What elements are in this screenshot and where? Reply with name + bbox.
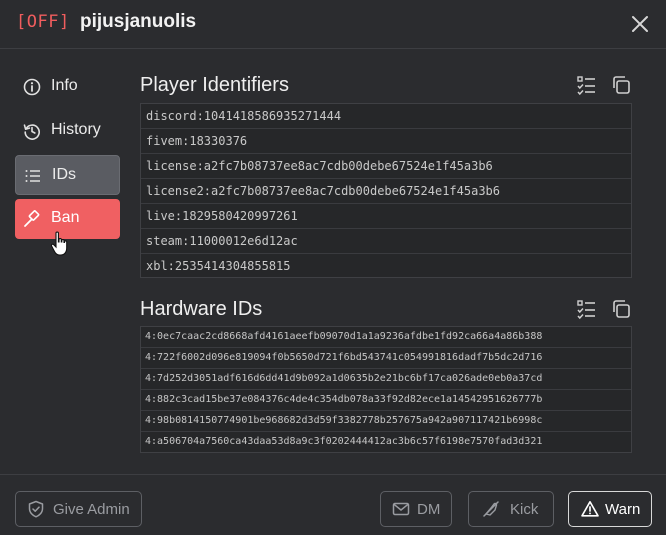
mail-icon [392, 502, 410, 516]
gavel-icon [24, 210, 40, 227]
modal-header: [OFF] pijusjanuolis [0, 0, 666, 49]
identifiers-title: Player Identifiers [140, 74, 289, 96]
identifier-row[interactable]: live:1829580420997261 [141, 204, 631, 229]
nav-ids-label: IDs [52, 166, 76, 183]
kick-button[interactable]: Kick [468, 491, 554, 527]
list-icon [25, 170, 40, 182]
identifier-row[interactable]: xbl:2535414304855815 [141, 254, 631, 279]
player-modal: [OFF] pijusjanuolis Info History IDs Ban… [0, 0, 666, 534]
player-name: pijusjanuolis [80, 11, 197, 32]
kick-icon [483, 501, 499, 517]
nav-ban-label: Ban [51, 209, 80, 226]
dm-button[interactable]: DM [380, 491, 452, 527]
history-icon [23, 124, 40, 140]
hardware-row[interactable]: 4:0ec7caac2cd8668afd4161aeefb09070d1a1a9… [141, 327, 631, 348]
nav-history[interactable]: History [15, 111, 120, 151]
hardware-actions [576, 298, 636, 322]
nav-info[interactable]: Info [15, 67, 120, 107]
hardware-row[interactable]: 4:7d252d3051adf616d6dd41d9b092a1d0635b2e… [141, 369, 631, 390]
close-icon[interactable] [628, 12, 652, 36]
dm-label: DM [417, 501, 441, 518]
kick-label: Kick [510, 501, 539, 518]
identifier-row[interactable]: discord:1041418586935271444 [141, 104, 631, 129]
nav-history-label: History [51, 121, 101, 138]
hardware-row[interactable]: 4:882c3cad15be37e084376c4de4c354db078a33… [141, 390, 631, 411]
warning-icon [581, 501, 599, 517]
hardware-row[interactable]: 4:a506704a7560ca43daa53d8a9c3f0202444412… [141, 432, 631, 453]
modal-footer: Give Admin DM Kick Warn [0, 474, 666, 535]
hardware-list: 4:0ec7caac2cd8668afd4161aeefb09070d1a1a9… [140, 326, 632, 453]
warn-label: Warn [605, 501, 641, 518]
copy-icon[interactable] [610, 74, 632, 96]
hardware-row[interactable]: 4:722f6002d096e819094f0b5650d721f6bd5437… [141, 348, 631, 369]
identifier-row[interactable]: license2:a2fc7b08737ee8ac7cdb00debe67524… [141, 179, 631, 204]
give-admin-label: Give Admin [53, 501, 130, 518]
hardware-title: Hardware IDs [140, 298, 263, 320]
nav-ids[interactable]: IDs [15, 155, 120, 195]
hardware-row[interactable]: 4:98b0814150774901be968682d3d59f3382778b… [141, 411, 631, 432]
give-admin-button[interactable]: Give Admin [15, 491, 142, 527]
identifiers-actions [576, 74, 636, 98]
warn-button[interactable]: Warn [568, 491, 652, 527]
info-icon [23, 78, 41, 96]
identifier-row[interactable]: fivem:18330376 [141, 129, 631, 154]
checklist-icon[interactable] [576, 74, 598, 96]
shield-check-icon [28, 500, 44, 518]
checklist-icon[interactable] [576, 298, 598, 320]
copy-icon[interactable] [610, 298, 632, 320]
hand-cursor-icon [50, 231, 68, 256]
player-status-badge: [OFF] [16, 12, 70, 32]
identifier-row[interactable]: steam:11000012e6d12ac [141, 229, 631, 254]
identifiers-list: discord:1041418586935271444 fivem:183303… [140, 103, 632, 278]
identifier-row[interactable]: license:a2fc7b08737ee8ac7cdb00debe67524e… [141, 154, 631, 179]
nav-info-label: Info [51, 77, 78, 94]
